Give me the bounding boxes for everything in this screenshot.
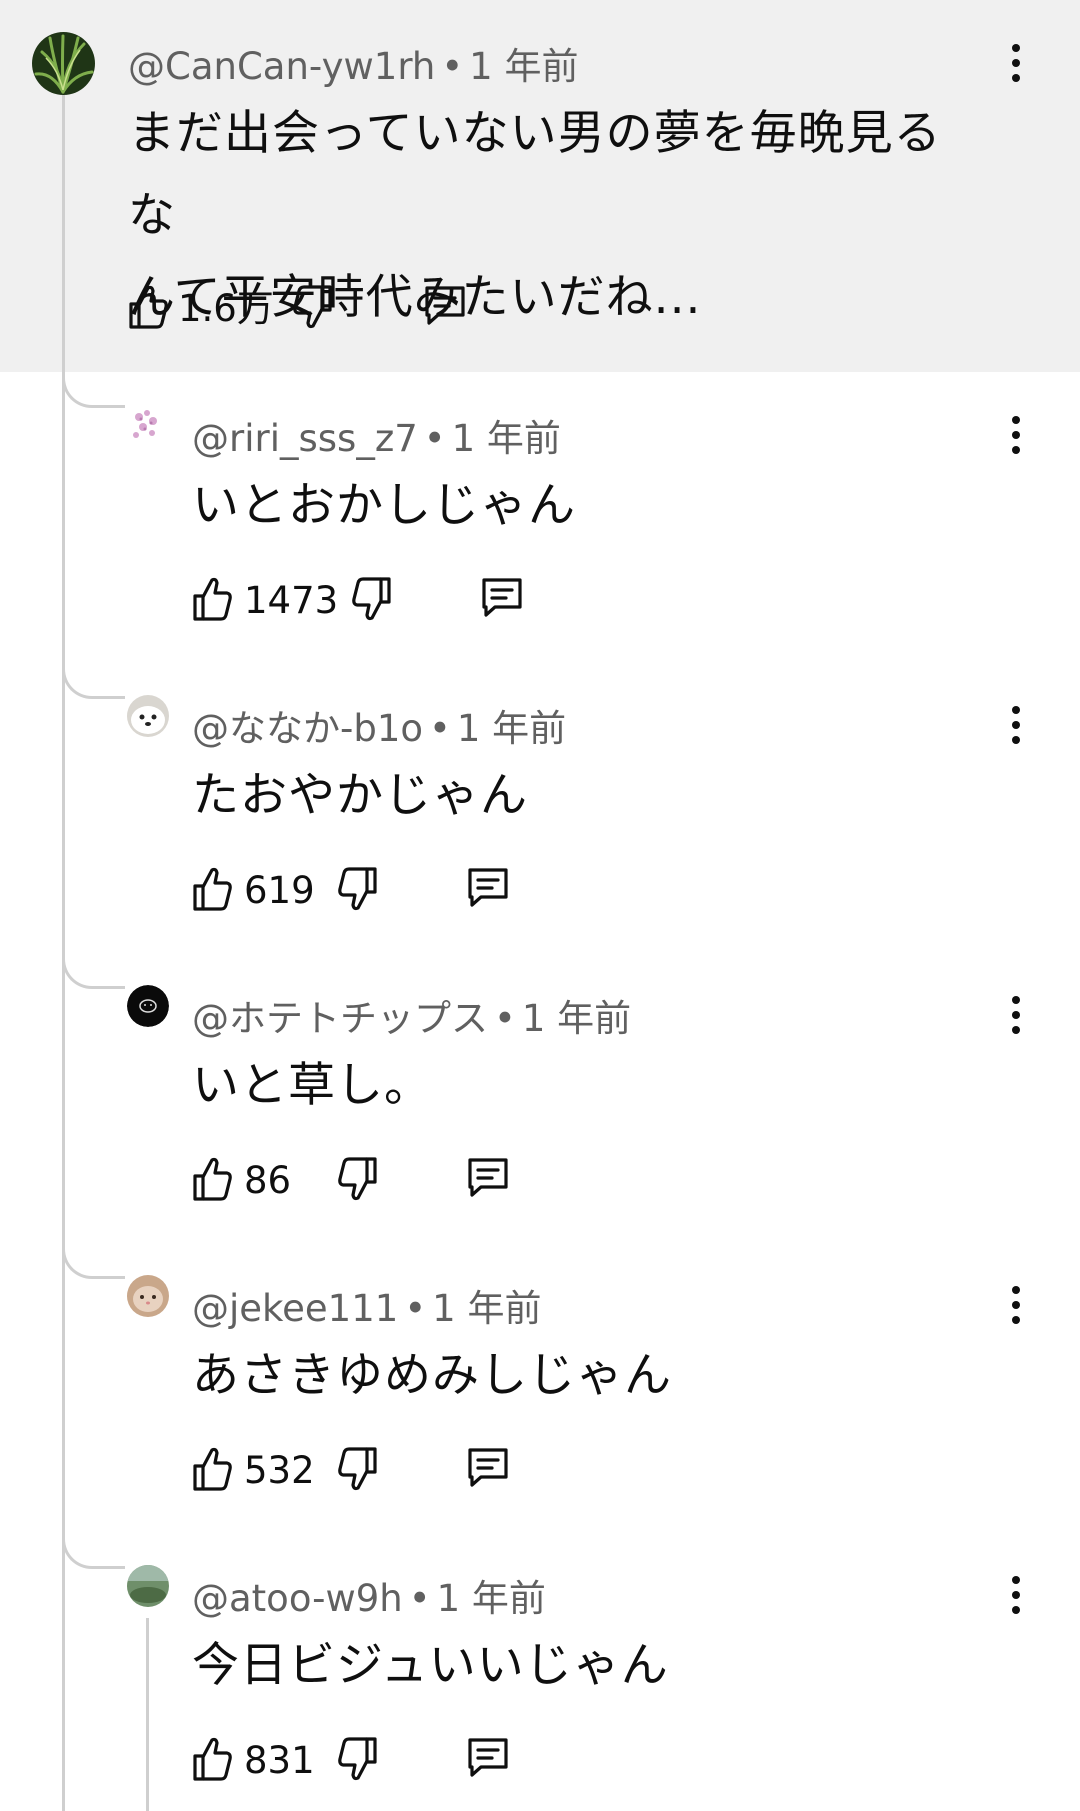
reply-icon[interactable] xyxy=(466,1736,510,1780)
separator-dot: • xyxy=(441,45,464,88)
author-handle[interactable]: @jekee111 xyxy=(192,1287,398,1330)
separator-dot: • xyxy=(494,997,516,1040)
thread-connector xyxy=(62,1240,125,1279)
more-vert-icon[interactable] xyxy=(1001,38,1031,88)
avatar[interactable] xyxy=(127,405,167,445)
reply-icon[interactable] xyxy=(423,284,467,328)
sub-thread-line xyxy=(146,1618,149,1811)
author-handle[interactable]: @CanCan-yw1rh xyxy=(128,45,435,88)
avatar[interactable] xyxy=(127,1275,169,1317)
more-vert-icon[interactable] xyxy=(1001,990,1031,1040)
reply-icon[interactable] xyxy=(480,576,524,620)
separator-dot: • xyxy=(404,1287,427,1330)
comment-text: あさきゆめみしじゃん xyxy=(192,1335,1052,1417)
timestamp[interactable]: 1 年前 xyxy=(457,707,566,750)
thread-connector xyxy=(62,660,125,699)
comment-header: @riri_sss_z7 • 1 年前 xyxy=(192,408,561,462)
thumb-up-icon[interactable] xyxy=(192,1446,232,1492)
more-vert-icon[interactable] xyxy=(1001,1280,1031,1330)
comment-actions: 532 xyxy=(192,1446,572,1496)
comment-actions: 831 xyxy=(192,1736,572,1786)
comment-actions: 1473 xyxy=(192,576,572,626)
like-count: 1473 xyxy=(244,579,339,622)
reply-icon[interactable] xyxy=(466,1446,510,1490)
comment-header: @ホテトチップス • 1 年前 xyxy=(192,988,631,1042)
thread-connector xyxy=(62,369,125,408)
comment-text: いと草し。 xyxy=(192,1045,1052,1127)
more-vert-icon[interactable] xyxy=(1001,700,1031,750)
thumb-up-icon[interactable] xyxy=(192,1736,232,1782)
thumb-down-icon[interactable] xyxy=(352,576,392,622)
timestamp[interactable]: 1 年前 xyxy=(452,417,561,460)
comment-actions: 1.6万 xyxy=(128,284,528,334)
comment-header: @jekee111 • 1 年前 xyxy=(192,1278,541,1332)
comment-actions: 619 xyxy=(192,866,572,916)
author-handle[interactable]: @ホテトチップス xyxy=(192,997,488,1040)
comment-header: @atoo-w9h • 1 年前 xyxy=(192,1568,546,1622)
more-vert-icon[interactable] xyxy=(1001,410,1031,460)
like-count: 532 xyxy=(244,1449,315,1492)
comment-text-line: いと草し。 xyxy=(192,1058,432,1113)
like-count: 1.6万 xyxy=(178,287,274,330)
author-handle[interactable]: @ななか-b1o xyxy=(192,707,423,750)
thumb-down-icon[interactable] xyxy=(338,1736,378,1782)
avatar[interactable] xyxy=(127,985,169,1027)
comment-text: たおやかじゃん xyxy=(192,755,1052,837)
comment-header: @ななか-b1o • 1 年前 xyxy=(192,698,566,752)
comment-text-line: まだ出会っていない男の夢を毎晩見るな xyxy=(128,106,942,243)
like-count: 86 xyxy=(244,1159,292,1202)
comment-text-line: あさきゆめみしじゃん xyxy=(192,1348,672,1403)
like-count: 831 xyxy=(244,1739,315,1782)
timestamp[interactable]: 1 年前 xyxy=(522,997,631,1040)
author-handle[interactable]: @riri_sss_z7 xyxy=(192,417,418,460)
separator-dot: • xyxy=(423,417,446,460)
comment-text: いとおかしじゃん xyxy=(192,465,1052,547)
reply-icon[interactable] xyxy=(466,866,510,910)
comment-text-line: いとおかしじゃん xyxy=(192,478,576,533)
thread-connector xyxy=(62,1530,125,1569)
thumb-down-icon[interactable] xyxy=(293,284,333,330)
like-count: 619 xyxy=(244,869,315,912)
avatar[interactable] xyxy=(32,32,95,95)
avatar[interactable] xyxy=(127,695,169,737)
thumb-down-icon[interactable] xyxy=(338,1446,378,1492)
timestamp[interactable]: 1 年前 xyxy=(432,1287,541,1330)
timestamp[interactable]: 1 年前 xyxy=(469,45,578,88)
thumb-up-icon[interactable] xyxy=(192,866,232,912)
comment-text: 今日ビジュいいじゃん xyxy=(192,1625,1052,1707)
thumb-down-icon[interactable] xyxy=(338,1156,378,1202)
comment-actions: 86 xyxy=(192,1156,572,1206)
comment-text-line: たおやかじゃん xyxy=(192,768,528,823)
more-vert-icon[interactable] xyxy=(1001,1570,1031,1620)
avatar[interactable] xyxy=(127,1565,169,1607)
reply-icon[interactable] xyxy=(466,1156,510,1200)
separator-dot: • xyxy=(429,707,451,750)
thumb-up-icon[interactable] xyxy=(192,576,232,622)
thumb-down-icon[interactable] xyxy=(338,866,378,912)
timestamp[interactable]: 1 年前 xyxy=(437,1577,546,1620)
thumb-up-icon[interactable] xyxy=(128,284,168,330)
separator-dot: • xyxy=(408,1577,431,1620)
thread-connector xyxy=(62,950,125,989)
author-handle[interactable]: @atoo-w9h xyxy=(192,1577,403,1620)
thumb-up-icon[interactable] xyxy=(192,1156,232,1202)
comment-header: @CanCan-yw1rh • 1 年前 xyxy=(128,36,578,90)
comment-text-line: 今日ビジュいいじゃん xyxy=(192,1638,669,1693)
